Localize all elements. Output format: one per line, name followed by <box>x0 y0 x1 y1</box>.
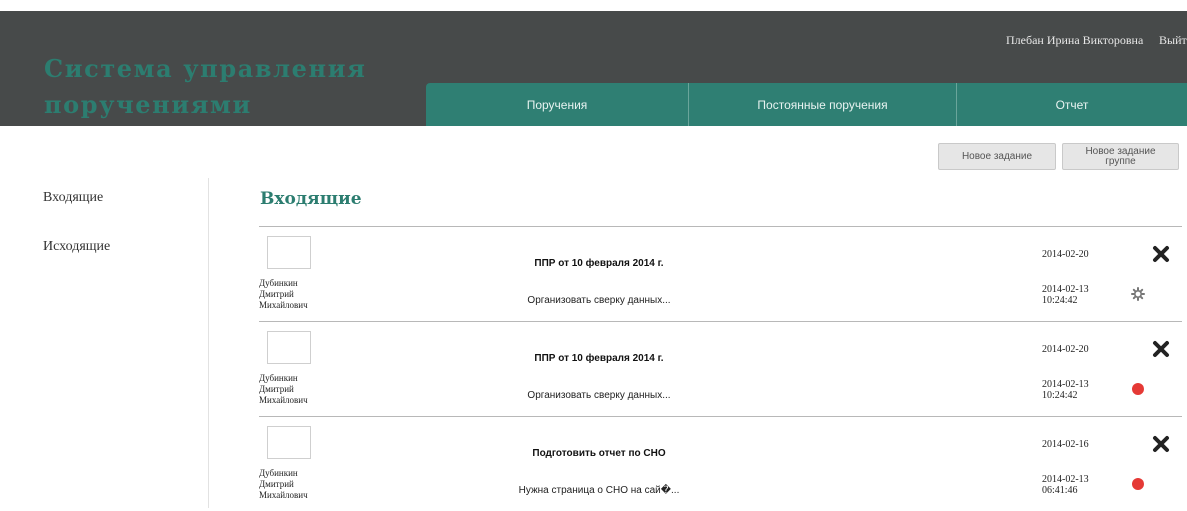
task-author: Дубинкин Дмитрий Михайлович <box>259 468 308 500</box>
sidebar-item-incoming[interactable]: Входящие <box>43 190 103 206</box>
new-group-task-button[interactable]: Новое задание группе <box>1062 143 1179 170</box>
new-task-button[interactable]: Новое задание <box>938 143 1056 170</box>
tab-report[interactable]: Отчет <box>956 83 1187 126</box>
task-description: Организовать сверку данных... <box>527 295 671 306</box>
user-name: Плебан Ирина Викторовна <box>1006 33 1144 47</box>
avatar <box>267 426 311 459</box>
avatar <box>267 236 311 269</box>
task-created-date: 2014-02-13 10:24:42 <box>1042 379 1089 401</box>
sidebar-item-outgoing[interactable]: Исходящие <box>43 239 110 255</box>
section-title: Входящие <box>260 189 362 209</box>
task-list: Дубинкин Дмитрий Михайлович ППР от 10 фе… <box>259 226 1182 511</box>
tab-assignments[interactable]: Поручения <box>426 83 688 126</box>
task-title[interactable]: ППР от 10 февраля 2014 г. <box>399 258 799 269</box>
delete-icon[interactable] <box>1152 435 1170 453</box>
task-description: Организовать сверку данных... <box>527 390 671 401</box>
main-nav: Поручения Постоянные поручения Отчет <box>426 83 1187 126</box>
task-row[interactable]: Дубинкин Дмитрий Михайлович ППР от 10 фе… <box>259 226 1182 321</box>
task-due-date: 2014-02-20 <box>1042 249 1089 260</box>
task-author: Дубинкин Дмитрий Михайлович <box>259 278 308 310</box>
task-created-date: 2014-02-13 10:24:42 <box>1042 284 1089 306</box>
logout-link[interactable]: Выйт <box>1159 33 1187 48</box>
task-author: Дубинкин Дмитрий Михайлович <box>259 373 308 405</box>
task-row[interactable]: Дубинкин Дмитрий Михайлович ППР от 10 фе… <box>259 321 1182 416</box>
delete-icon[interactable] <box>1152 245 1170 263</box>
task-description: Нужна страница о СНО на сай�... <box>518 485 680 496</box>
task-due-date: 2014-02-16 <box>1042 439 1089 450</box>
sidebar: Входящие Исходящие <box>0 178 209 508</box>
avatar <box>267 331 311 364</box>
task-due-date: 2014-02-20 <box>1042 344 1089 355</box>
tab-permanent-assignments[interactable]: Постоянные поручения <box>688 83 956 126</box>
task-row[interactable]: Дубинкин Дмитрий Михайлович Подготовить … <box>259 416 1182 511</box>
red-dot-icon <box>1132 383 1144 395</box>
delete-icon[interactable] <box>1152 340 1170 358</box>
header: Система управления поручениями Плебан Ир… <box>0 11 1187 126</box>
top-strip <box>0 0 1187 11</box>
task-title[interactable]: Подготовить отчет по СНО <box>399 448 799 459</box>
new-group-task-label-line2: группе <box>1105 156 1136 167</box>
app-title: Система управления поручениями <box>44 54 367 119</box>
gear-icon <box>1131 287 1145 301</box>
task-created-date: 2014-02-13 06:41:46 <box>1042 474 1089 496</box>
red-dot-icon <box>1132 478 1144 490</box>
task-title[interactable]: ППР от 10 февраля 2014 г. <box>399 353 799 364</box>
